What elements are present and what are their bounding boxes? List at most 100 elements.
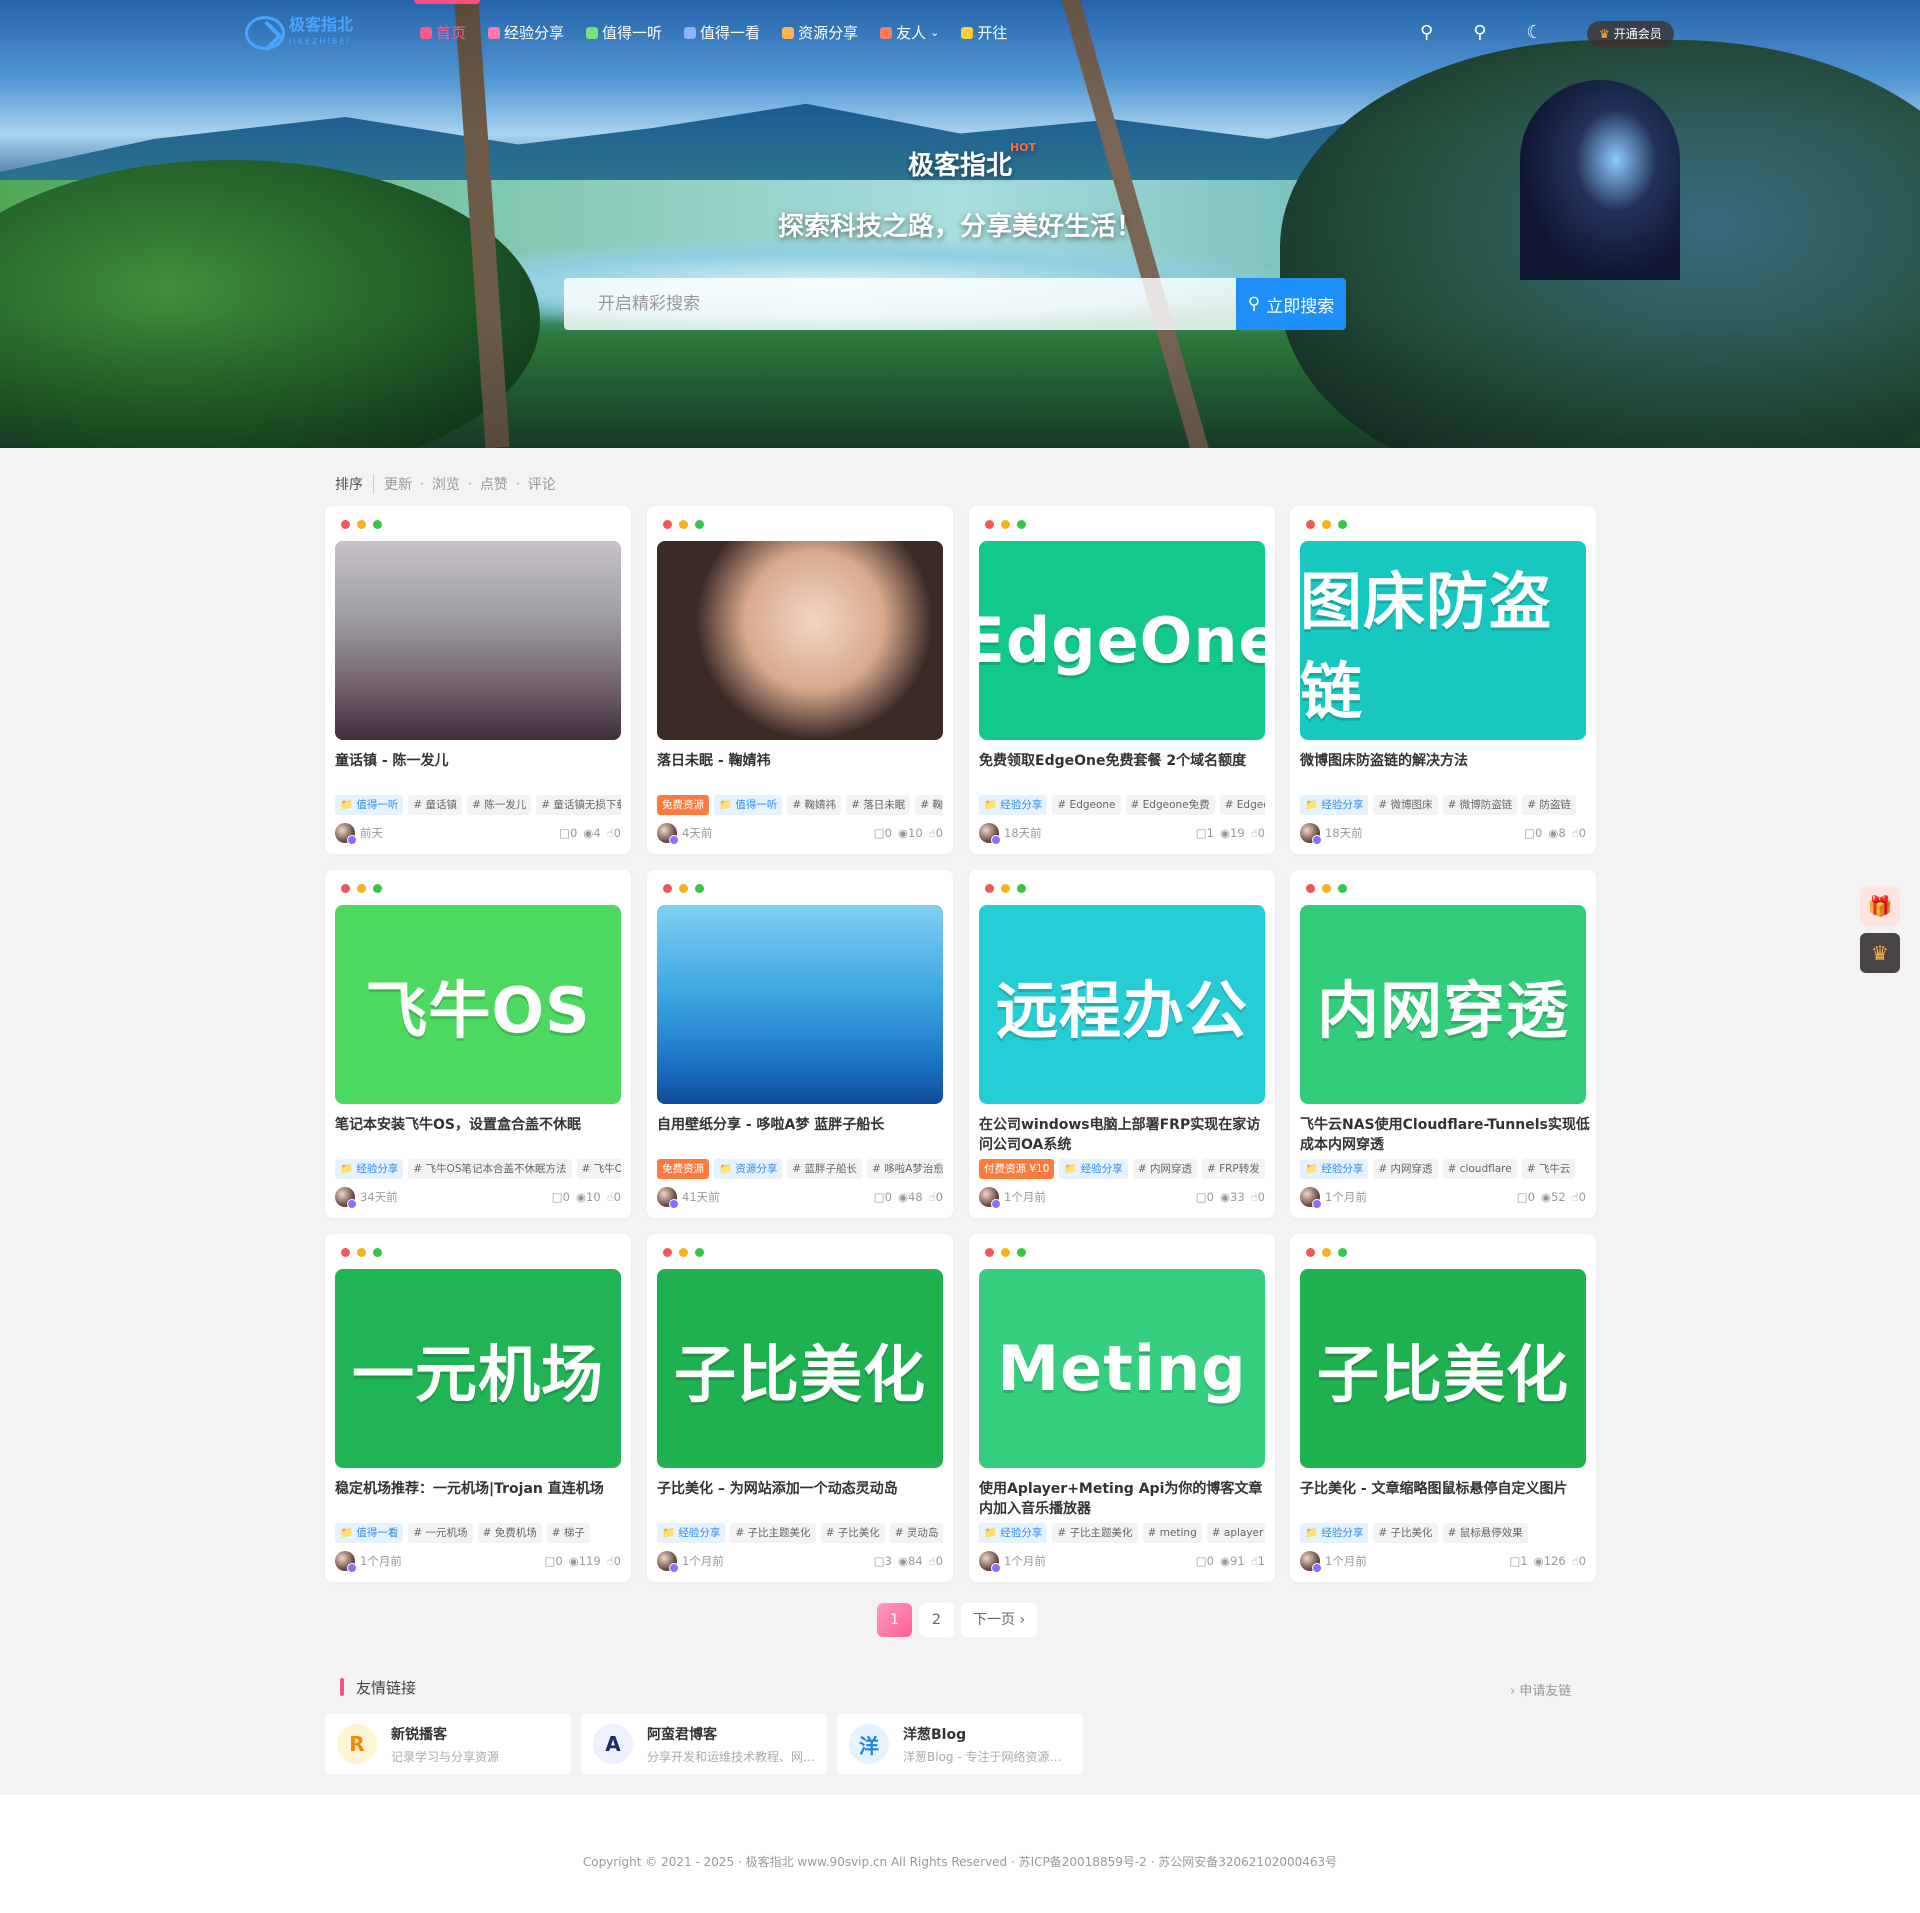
post-thumbnail[interactable]: 子比美化 [657, 1269, 943, 1468]
post-tag[interactable]: 📁 经验分享 [1300, 1159, 1369, 1179]
post-tag[interactable]: # FRP转发 [1201, 1159, 1265, 1179]
post-title[interactable]: 子比美化 – 为网站添加一个动态灵动岛 [657, 1479, 947, 1499]
post-tag[interactable]: # 内网穿透 [1132, 1159, 1197, 1179]
post-tag[interactable]: # 一元机场 [408, 1523, 473, 1543]
avatar[interactable] [335, 1187, 357, 1209]
sort-option-3[interactable]: 评论 [528, 474, 556, 494]
post-tag[interactable]: # 微博防盗链 [1442, 795, 1518, 815]
nav-item-4[interactable]: 资源分享 [782, 22, 858, 43]
post-title[interactable]: 在公司windows电脑上部署FRP实现在家访问公司OA系统 [979, 1115, 1269, 1155]
post-tag[interactable]: 📁 值得一听 [714, 795, 783, 815]
sort-option-1[interactable]: 浏览 [432, 474, 460, 494]
post-tag[interactable]: # 灵动岛 [889, 1523, 943, 1543]
post-card[interactable]: 自用壁纸分享 - 哆啦A梦 蓝胖子船长 免费资源 📁 资源分享 # 蓝胖子船长 # 哆啦… [647, 870, 953, 1218]
post-tag[interactable]: 付费资源 ¥10 [979, 1159, 1055, 1179]
post-thumbnail[interactable] [335, 541, 621, 740]
post-tag[interactable]: # cloudflare [1442, 1159, 1517, 1179]
post-tag[interactable]: # 落日未眠 [846, 795, 911, 815]
post-tag[interactable]: # 鞠婧祎无损 [915, 795, 943, 815]
post-tag[interactable]: # 免费机场 [477, 1523, 542, 1543]
post-tag[interactable]: 📁 经验分享 [1300, 1523, 1369, 1543]
post-tag[interactable]: # 子比美化 [820, 1523, 885, 1543]
post-tag[interactable]: # 子比主题美化 [1052, 1523, 1138, 1543]
avatar[interactable] [335, 1551, 357, 1573]
avatar[interactable] [1300, 823, 1322, 845]
post-tag[interactable]: 📁 资源分享 [714, 1159, 783, 1179]
friend-link[interactable]: A 阿蛮君博客分享开发和运维技术教程、网络资源 [581, 1714, 827, 1774]
post-tag[interactable]: # Edgeone免费套餐 [1219, 795, 1265, 815]
post-tag[interactable]: # 蓝胖子船长 [787, 1159, 863, 1179]
post-title[interactable]: 微博图床防盗链的解决方法 [1300, 751, 1590, 771]
post-tag[interactable]: # 哆啦A梦治愈壁纸 [867, 1159, 943, 1179]
post-tag[interactable]: # 飞牛OS [576, 1159, 621, 1179]
post-thumbnail[interactable]: 飞牛OS [335, 905, 621, 1104]
post-thumbnail[interactable]: 一元机场 [335, 1269, 621, 1468]
post-title[interactable]: 童话镇 - 陈一发儿 [335, 751, 625, 771]
post-title[interactable]: 笔记本安装飞牛OS，设置盒合盖不休眠 [335, 1115, 625, 1135]
post-tag[interactable]: 📁 经验分享 [979, 1523, 1048, 1543]
avatar[interactable] [979, 823, 1001, 845]
post-card[interactable]: 远程办公在公司windows电脑上部署FRP实现在家访问公司OA系统付费资源 ¥… [969, 870, 1275, 1218]
post-tag[interactable]: # 飞牛OS笔记本合盖不休眠方法 [408, 1159, 572, 1179]
search-button[interactable]: ⚲ 立即搜索 [1236, 278, 1346, 330]
avatar[interactable] [335, 823, 357, 845]
avatar[interactable] [657, 1187, 679, 1209]
nav-item-5[interactable]: 友人 ⌄ [880, 22, 939, 43]
post-tag[interactable]: # 微博图床 [1373, 795, 1438, 815]
nav-item-6[interactable]: 开往 [961, 22, 1007, 43]
post-title[interactable]: 稳定机场推荐：一元机场|Trojan 直连机场 [335, 1479, 625, 1499]
post-tag[interactable]: # Edgeone免费 [1125, 795, 1215, 815]
dark-mode-icon[interactable]: ☾ [1526, 20, 1542, 46]
avatar[interactable] [979, 1551, 1001, 1573]
post-tag[interactable]: # 子比美化 [1373, 1523, 1438, 1543]
post-tag[interactable]: 📁 值得一看 [335, 1523, 404, 1543]
post-title[interactable]: 免费领取EdgeOne免费套餐 2个域名额度 [979, 751, 1269, 771]
post-tag[interactable]: 📁 经验分享 [657, 1523, 726, 1543]
search-input[interactable] [564, 278, 1236, 330]
post-thumbnail[interactable]: 远程办公 [979, 905, 1265, 1104]
post-title[interactable]: 落日未眠 - 鞠婧祎 [657, 751, 947, 771]
post-thumbnail[interactable] [657, 541, 943, 740]
post-card[interactable]: 童话镇 - 陈一发儿 📁 值得一听 # 童话镇 # 陈一发儿 # 童话镇无损下载 前天 □0… [325, 506, 631, 854]
friend-link[interactable]: R 新锐播客 记录学习与分享资源 [325, 1714, 571, 1774]
post-tag[interactable]: # 防盗链 [1522, 795, 1576, 815]
post-tag[interactable]: # 子比主题美化 [730, 1523, 816, 1543]
post-title[interactable]: 使用Aplayer+Meting Api为你的博客文章内加入音乐播放器 [979, 1479, 1269, 1519]
page-button-2[interactable]: 2 [919, 1603, 954, 1637]
post-card[interactable]: 落日未眠 - 鞠婧祎免费资源 📁 值得一听 # 鞠婧祎 # 落日未眠 # 鞠婧祎无损 4天… [647, 506, 953, 854]
post-card[interactable]: 一元机场稳定机场推荐：一元机场|Trojan 直连机场 📁 值得一看 # 一元机场 #… [325, 1234, 631, 1582]
post-tag[interactable]: 免费资源 [657, 795, 709, 815]
post-tag[interactable]: # 鞠婧祎 [787, 795, 842, 815]
nav-item-2[interactable]: 值得一听 [586, 22, 662, 43]
sort-option-0[interactable]: 更新 [384, 474, 412, 494]
sort-option-2[interactable]: 点赞 [480, 474, 508, 494]
post-card[interactable]: 飞牛OS 笔记本安装飞牛OS，设置盒合盖不休眠 📁 经验分享 # 飞牛OS笔记本合盖不… [325, 870, 631, 1218]
post-tag[interactable]: 📁 值得一听 [335, 795, 404, 815]
post-card[interactable]: EdgeOne 免费领取EdgeOne免费套餐 2个域名额度 📁 经验分享 # Edg… [969, 506, 1275, 854]
post-tag[interactable]: 📁 经验分享 [979, 795, 1048, 815]
avatar[interactable] [1300, 1187, 1322, 1209]
post-card[interactable]: Meting 使用Aplayer+Meting Api为你的博客文章内加入音乐播放… [969, 1234, 1275, 1582]
post-card[interactable]: 子比美化子比美化 - 文章缩略图鼠标悬停自定义图片 📁 经验分享 # 子比美化 # 鼠… [1290, 1234, 1596, 1582]
post-tag[interactable]: # meting [1142, 1523, 1202, 1543]
post-tag[interactable]: # 童话镇无损下载 [536, 795, 621, 815]
apply-link-button[interactable]: › 申请友链 [1510, 1680, 1571, 1699]
post-tag[interactable]: 免费资源 [657, 1159, 709, 1179]
post-tag[interactable]: # 飞牛云 [1521, 1159, 1576, 1179]
post-tag[interactable]: # 陈一发儿 [467, 795, 532, 815]
next-page-button[interactable]: 下一页 › [961, 1603, 1038, 1637]
post-title[interactable]: 飞牛云NAS使用Cloudflare-Tunnels实现低成本内网穿透 [1300, 1115, 1590, 1155]
site-logo[interactable]: 极客指北 JIKEZHIBEI [245, 16, 353, 50]
friend-link[interactable]: 洋洋葱Blog 洋葱Blog - 专注于网络资源分享 [837, 1714, 1083, 1774]
post-title[interactable]: 子比美化 - 文章缩略图鼠标悬停自定义图片 [1300, 1479, 1590, 1499]
post-tag[interactable]: # 鼠标悬停效果 [1442, 1523, 1528, 1543]
search-icon[interactable]: ⚲ [1473, 20, 1486, 46]
post-tag[interactable]: # 内网穿透 [1373, 1159, 1438, 1179]
avatar[interactable] [979, 1187, 1001, 1209]
post-tag[interactable]: # Edgeone [1052, 795, 1121, 815]
post-tag[interactable]: # aplayer [1206, 1523, 1265, 1543]
post-tag[interactable]: # 童话镇 [408, 795, 463, 815]
post-thumbnail[interactable]: 子比美化 [1300, 1269, 1586, 1468]
post-title[interactable]: 自用壁纸分享 - 哆啦A梦 蓝胖子船长 [657, 1115, 947, 1135]
post-thumbnail[interactable]: 内网穿透 [1300, 905, 1586, 1104]
